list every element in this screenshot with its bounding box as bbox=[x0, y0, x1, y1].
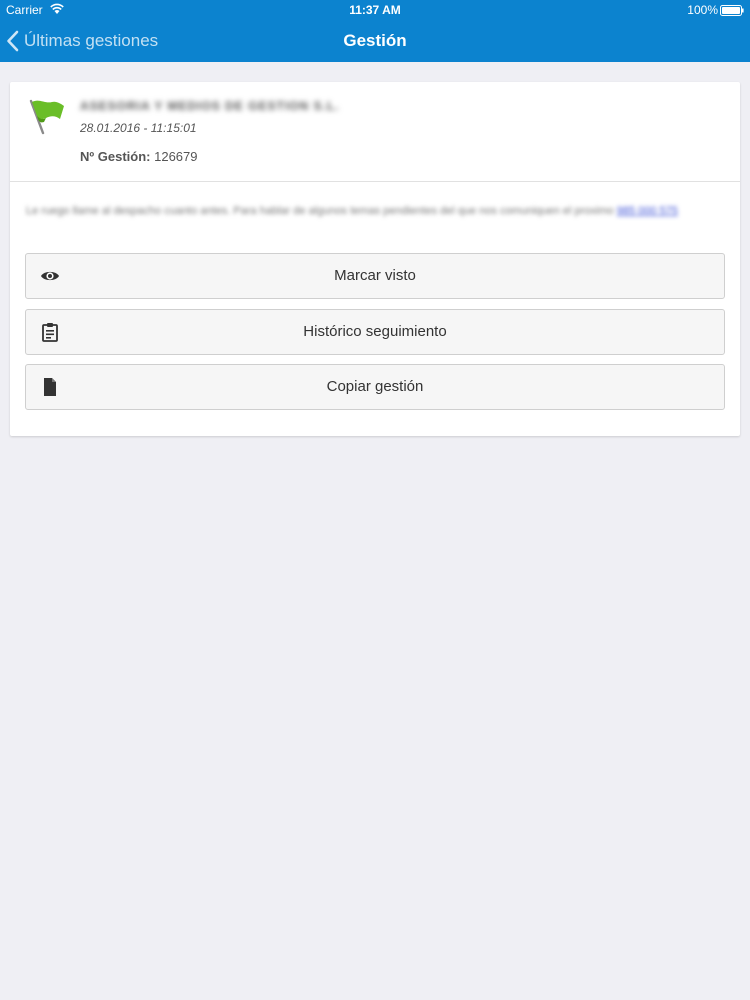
message-text: Le ruego llame al despacho cuanto antes.… bbox=[26, 205, 614, 217]
chevron-left-icon bbox=[7, 30, 19, 52]
mark-seen-label: Marcar visto bbox=[334, 267, 416, 284]
message-phone-link[interactable]: 985 000 575 bbox=[617, 205, 678, 217]
tracking-history-button[interactable]: Histórico seguimiento bbox=[25, 309, 725, 355]
gestion-number-line: Nº Gestión: 126679 bbox=[80, 149, 198, 164]
gestion-message: Le ruego llame al despacho cuanto antes.… bbox=[26, 202, 726, 221]
status-time: 11:37 AM bbox=[349, 3, 401, 17]
gestion-card: ASESORIA Y MEDIOS DE GESTION S.L. 28.01.… bbox=[10, 82, 740, 436]
gestion-number: 126679 bbox=[154, 149, 198, 164]
mark-seen-button[interactable]: Marcar visto bbox=[25, 253, 725, 299]
battery-icon bbox=[720, 5, 744, 16]
back-button-label: Últimas gestiones bbox=[24, 31, 159, 50]
tracking-history-label: Histórico seguimiento bbox=[303, 323, 447, 340]
navigation-bar: Últimas gestiones Gestión bbox=[0, 20, 750, 62]
copy-gestion-button[interactable]: Copiar gestión bbox=[25, 364, 725, 410]
status-bar: Carrier 11:37 AM 100% bbox=[0, 0, 750, 20]
gestion-datetime: 28.01.2016 - 11:15:01 bbox=[80, 121, 197, 135]
gestion-number-label: Nº Gestión: bbox=[80, 149, 151, 164]
card-header: ASESORIA Y MEDIOS DE GESTION S.L. 28.01.… bbox=[10, 82, 740, 182]
back-button[interactable]: Últimas gestiones bbox=[6, 20, 158, 62]
flag-icon bbox=[29, 99, 64, 135]
top-bar: Carrier 11:37 AM 100% Últimas gestiones … bbox=[0, 0, 750, 62]
copy-gestion-label: Copiar gestión bbox=[326, 378, 424, 395]
battery-percent: 100% bbox=[687, 3, 718, 17]
company-name: ASESORIA Y MEDIOS DE GESTION S.L. bbox=[80, 99, 340, 113]
